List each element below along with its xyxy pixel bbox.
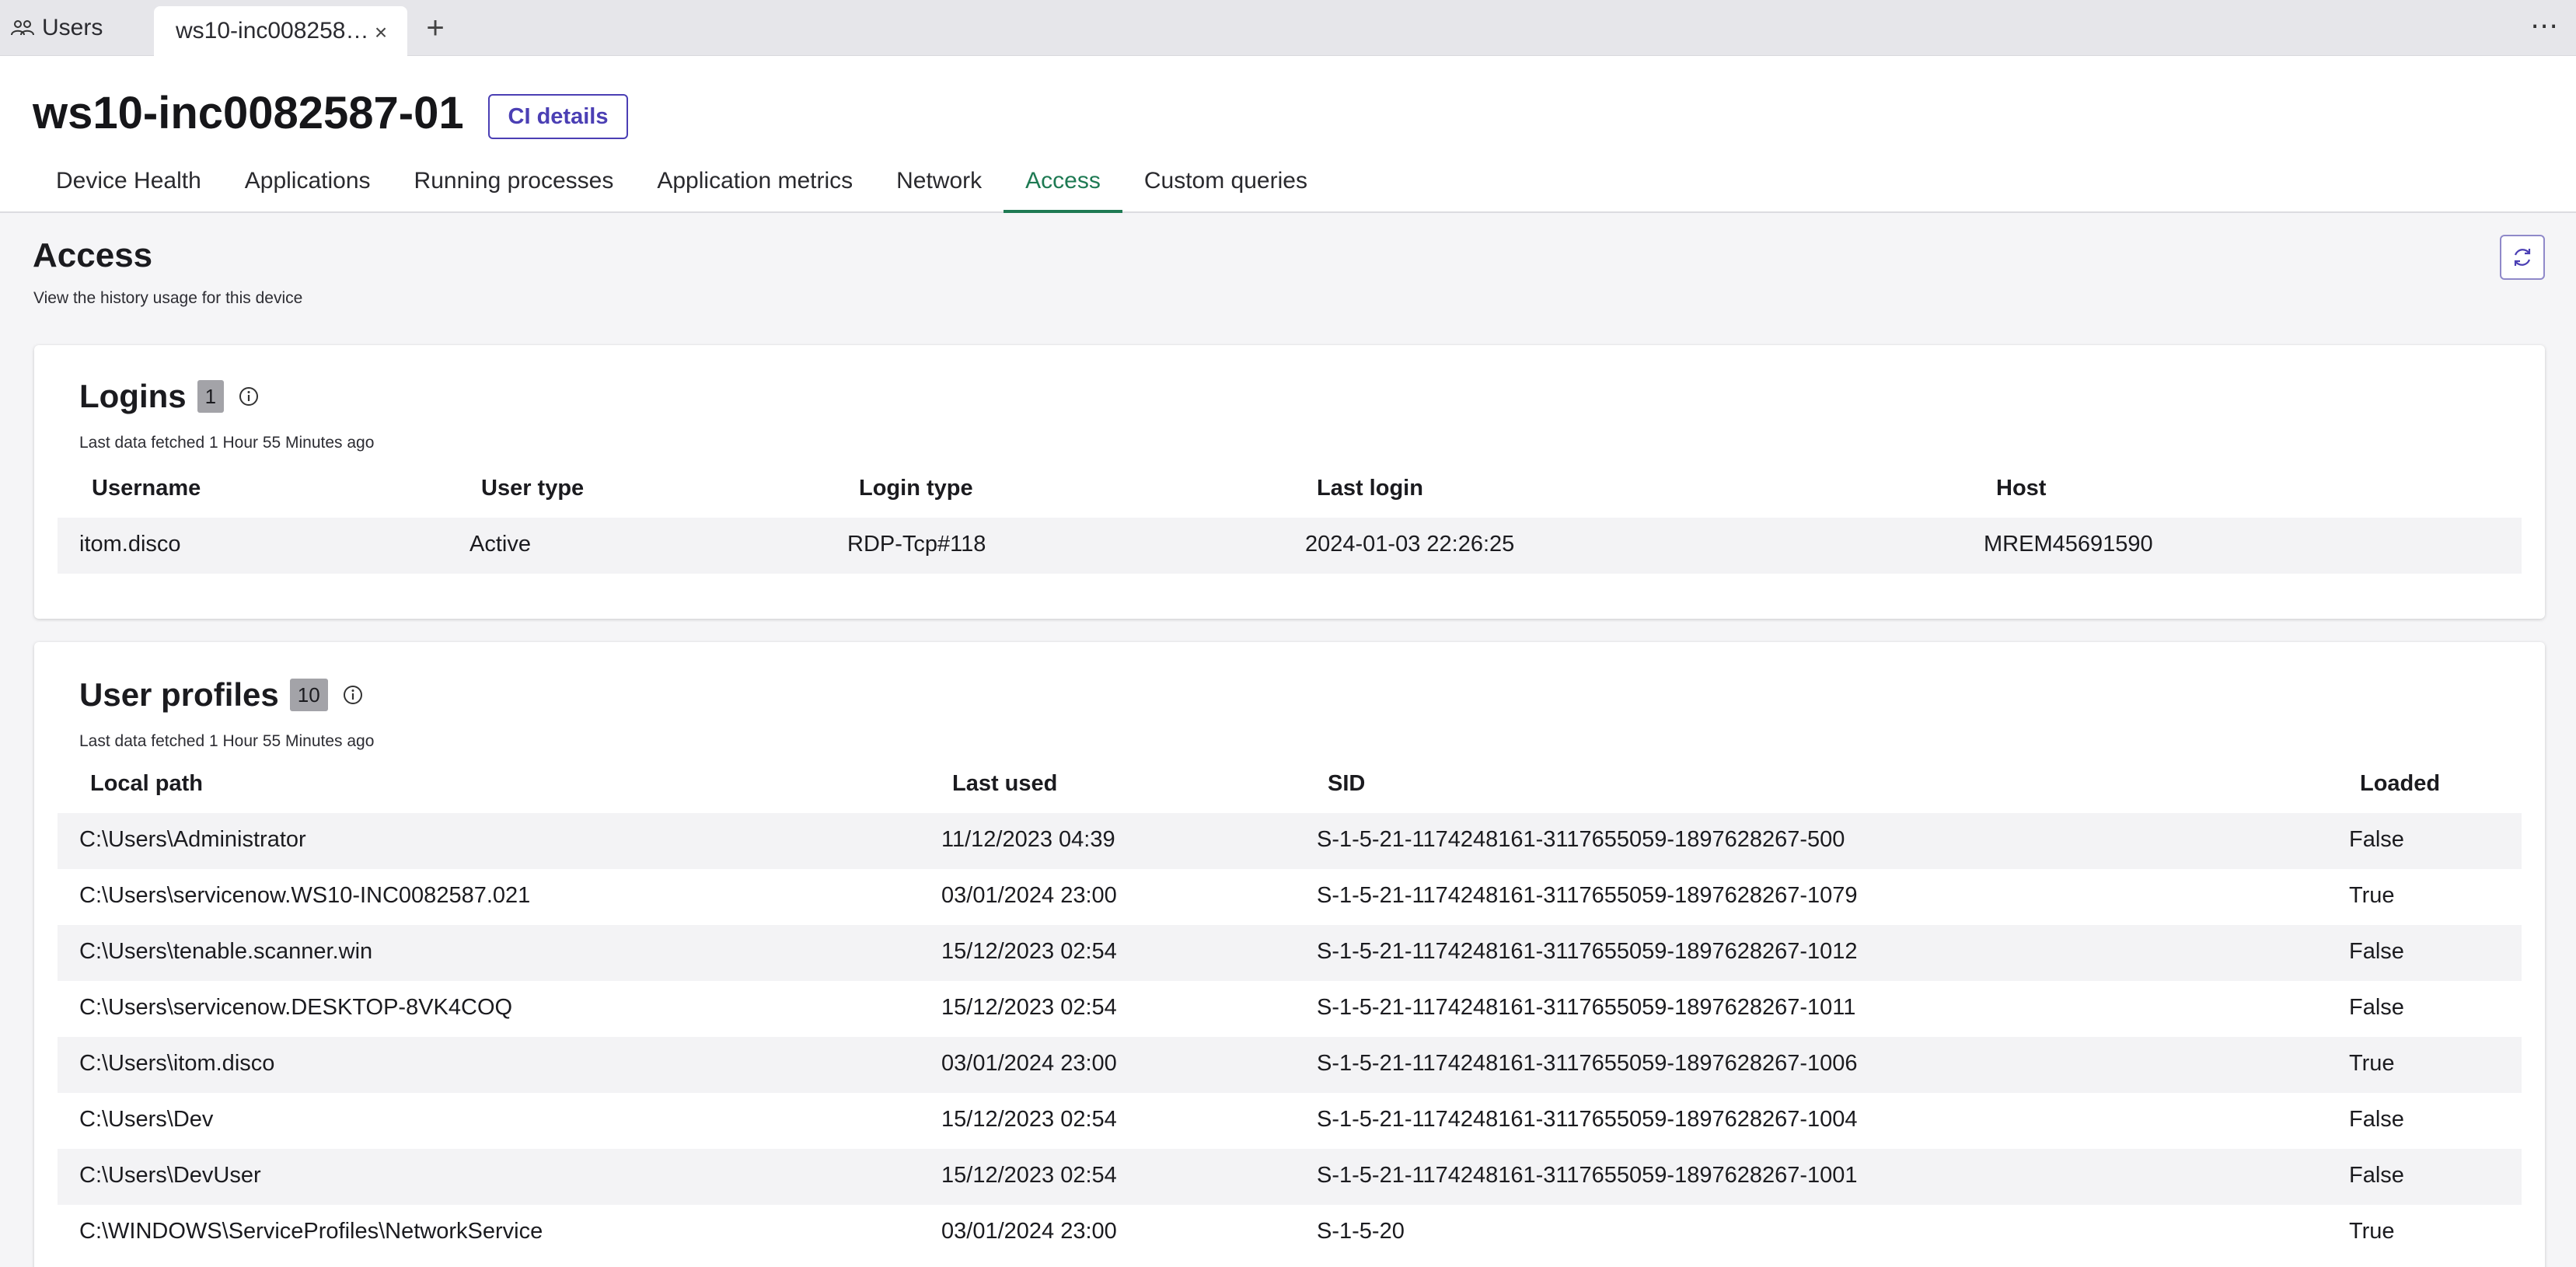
cell-last-used: 03/01/2024 23:00 [941,1051,1117,1076]
cell-last-used: 11/12/2023 04:39 [941,827,1115,852]
page-title: ws10-inc0082587-01 [33,88,464,138]
cell-user-type: Active [469,532,531,557]
table-row[interactable]: C:\Users\Dev 15/12/2023 02:54 S-1-5-21-117… [58,1093,2522,1149]
cell-sid: S-1-5-20 [1317,1219,1405,1244]
col-last-login[interactable]: Last login [1317,476,1423,501]
tab-strip: Users ws10-inc008258… × + ⋯ [0,0,2576,56]
table-row[interactable]: C:\Users\servicenow.WS10-INC0082587.021 0… [58,869,2522,925]
refresh-icon [2514,249,2531,266]
table-row[interactable]: C:\Users\servicenow.DESKTOP-8VK4COQ 15/12… [58,981,2522,1037]
cell-login-type: RDP-Tcp#118 [847,532,986,557]
refresh-button[interactable] [2500,235,2545,280]
tab-device[interactable]: ws10-inc008258… × [154,6,407,56]
cell-sid: S-1-5-21-1174248161-3117655059-189762826… [1317,1107,1858,1132]
cell-loaded: True [2349,1219,2395,1244]
cell-loaded: False [2349,939,2404,964]
tab-device-label: ws10-inc008258… [176,18,369,44]
cell-host: MREM45691590 [1984,532,2153,557]
cell-username: itom.disco [79,532,181,557]
table-row[interactable]: C:\Users\itom.disco 03/01/2024 23:00 S-1-5… [58,1037,2522,1093]
cell-last-used: 15/12/2023 02:54 [941,1107,1117,1132]
logins-count-badge: 1 [197,380,225,413]
cell-last-used: 03/01/2024 23:00 [941,883,1117,908]
col-last-used[interactable]: Last used [952,771,1057,797]
record-header: ws10-inc0082587-01 CI details Device Hea… [0,56,2576,213]
col-user-type[interactable]: User type [481,476,584,501]
table-row[interactable]: C:\WINDOWS\ServiceProfiles\NetworkServic… [58,1205,2522,1261]
cell-local-path: C:\Users\tenable.scanner.win [79,939,373,964]
cell-sid: S-1-5-21-1174248161-3117655059-189762826… [1317,995,1856,1020]
cell-sid: S-1-5-21-1174248161-3117655059-189762826… [1317,939,1858,964]
table-row[interactable]: C:\Users\DevUser 15/12/2023 02:54 S-1-5-21… [58,1149,2522,1205]
cell-loaded: False [2349,995,2404,1020]
col-login-type[interactable]: Login type [859,476,973,501]
logins-fetched: Last data fetched 1 Hour 55 Minutes ago [79,434,375,452]
cell-loaded: False [2349,827,2404,852]
profiles-header: User profiles 10 [79,676,364,714]
profiles-title: User profiles [79,676,279,713]
col-sid[interactable]: SID [1328,771,1365,797]
tab-custom-queries[interactable]: Custom queries [1122,163,1329,213]
add-tab-icon[interactable]: + [420,11,451,45]
cell-last-used: 15/12/2023 02:54 [941,995,1117,1020]
ci-details-button[interactable]: CI details [488,94,628,139]
tab-access[interactable]: Access [1004,163,1122,213]
cell-sid: S-1-5-21-1174248161-3117655059-189762826… [1317,827,1845,852]
section-title: Access [33,236,153,274]
cell-local-path: C:\Users\itom.disco [79,1051,275,1076]
tab-users[interactable]: Users [11,0,103,56]
cell-local-path: C:\Users\Administrator [79,827,306,852]
logins-card: Logins 1 Last data fetched 1 Hour 55 Min… [34,345,2545,619]
info-icon[interactable] [238,386,260,407]
close-icon[interactable]: × [370,20,392,45]
tab-network[interactable]: Network [874,163,1004,213]
cell-last-used: 15/12/2023 02:54 [941,1163,1117,1188]
cell-loaded: False [2349,1163,2404,1188]
profiles-count-badge: 10 [289,679,328,711]
tab-application-metrics[interactable]: Application metrics [635,163,874,213]
cell-local-path: C:\Users\servicenow.DESKTOP-8VK4COQ [79,995,513,1020]
tab-users-label: Users [42,15,103,40]
logins-header: Logins 1 [79,378,260,415]
cell-loaded: False [2349,1107,2404,1132]
col-loaded[interactable]: Loaded [2360,771,2440,797]
tab-running-processes[interactable]: Running processes [393,163,636,213]
info-icon[interactable] [342,684,364,706]
users-group-icon [11,20,34,36]
section-subtitle: View the history usage for this device [33,289,303,307]
cell-sid: S-1-5-21-1174248161-3117655059-189762826… [1317,1163,1858,1188]
profiles-fetched: Last data fetched 1 Hour 55 Minutes ago [79,732,375,750]
section-tabs: Device Health Applications Running process… [34,163,1329,213]
tab-applications[interactable]: Applications [223,163,393,213]
cell-last-login: 2024-01-03 22:26:25 [1305,532,1515,557]
col-local-path[interactable]: Local path [90,771,203,797]
col-host[interactable]: Host [1996,476,2046,501]
cell-sid: S-1-5-21-1174248161-3117655059-189762826… [1317,883,1858,908]
table-row[interactable]: itom.disco Active RDP-Tcp#118 2024-01-03… [58,518,2522,574]
cell-local-path: C:\Users\DevUser [79,1163,261,1188]
table-row[interactable]: C:\Users\tenable.scanner.win 15/12/2023 0… [58,925,2522,981]
cell-sid: S-1-5-21-1174248161-3117655059-189762826… [1317,1051,1858,1076]
tab-device-health[interactable]: Device Health [34,163,223,213]
cell-loaded: True [2349,883,2395,908]
logins-title: Logins [79,378,187,414]
cell-local-path: C:\WINDOWS\ServiceProfiles\NetworkServic… [79,1219,543,1244]
cell-loaded: True [2349,1051,2395,1076]
more-options-icon[interactable]: ⋯ [2530,9,2559,42]
cell-local-path: C:\Users\servicenow.WS10-INC0082587.021 [79,883,531,908]
cell-local-path: C:\Users\Dev [79,1107,214,1132]
cell-last-used: 15/12/2023 02:54 [941,939,1117,964]
cell-last-used: 03/01/2024 23:00 [941,1219,1117,1244]
col-username[interactable]: Username [92,476,201,501]
table-row[interactable]: C:\Users\Administrator 11/12/2023 04:39 S-… [58,813,2522,869]
user-profiles-card: User profiles 10 Last data fetched 1 Hou… [34,642,2545,1267]
